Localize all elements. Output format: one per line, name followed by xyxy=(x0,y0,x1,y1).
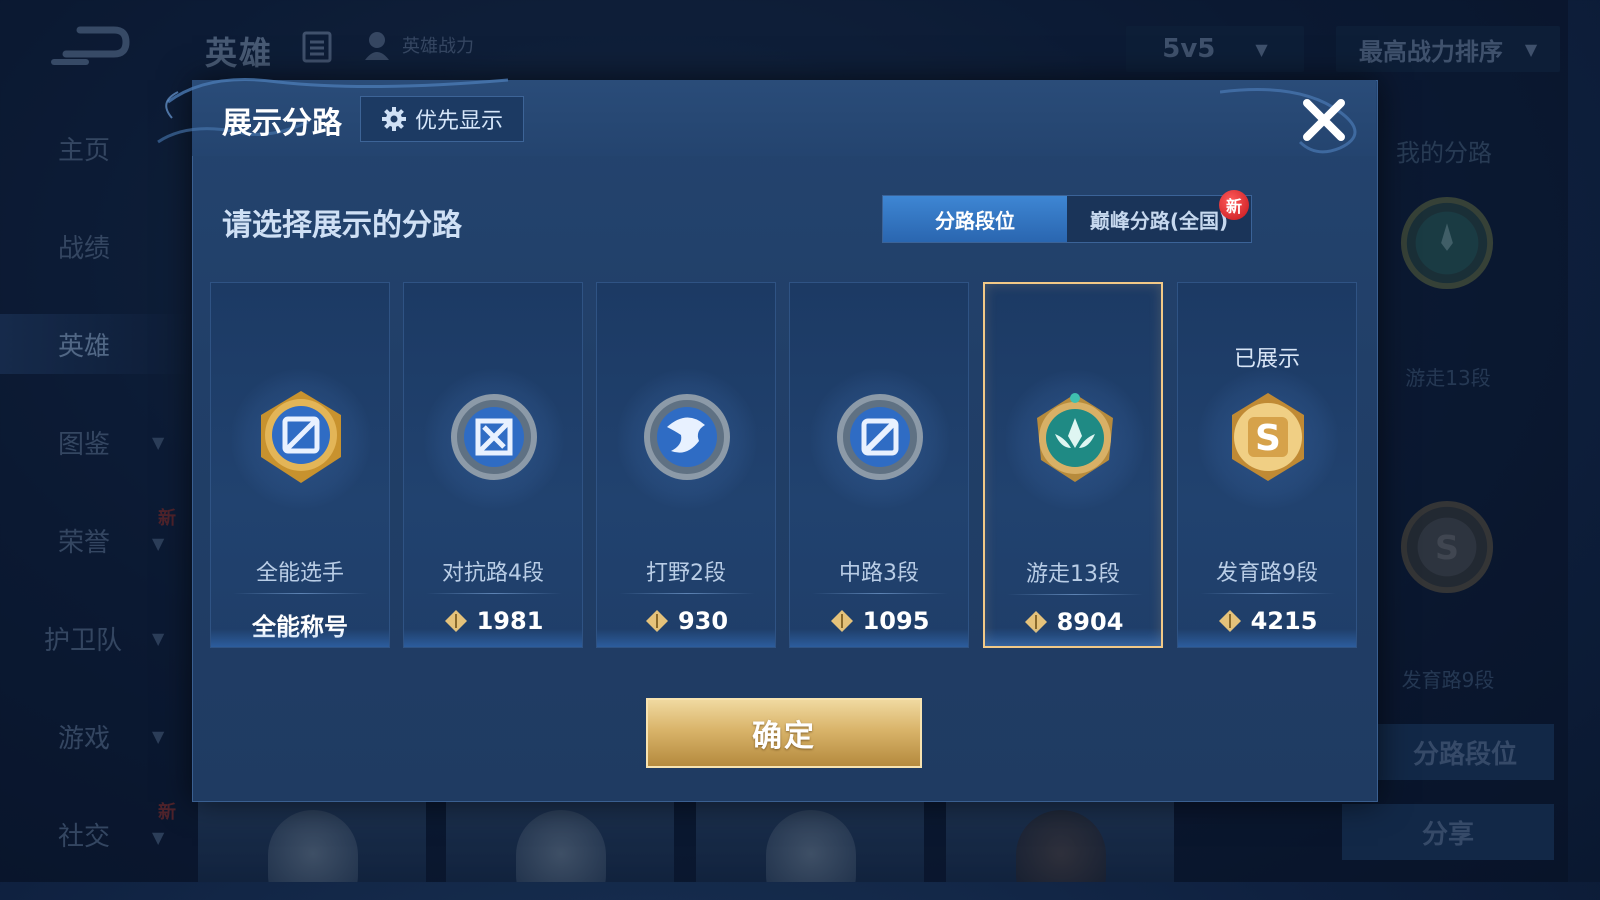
tab-lane-rank[interactable]: 分路段位 xyxy=(883,196,1067,242)
lane-card-clash[interactable]: 对抗路4段 1981 xyxy=(403,282,583,648)
tab-label: 巅峰分路(全国) xyxy=(1089,208,1229,233)
lane-card-roam[interactable]: 游走13段 8904 xyxy=(983,282,1163,648)
lane-card-name: 游走13段 xyxy=(1026,562,1120,587)
lane-card-farm[interactable]: 已展示 S 发育路9段 4215 xyxy=(1177,282,1357,648)
mid-lane-badge-icon xyxy=(837,394,923,480)
lane-tabs: 分路段位 巅峰分路(全国) 新 xyxy=(882,190,1252,243)
roam-badge-icon xyxy=(1037,393,1113,482)
all-round-badge-icon xyxy=(261,391,341,483)
tab-label: 分路段位 xyxy=(935,208,1015,233)
lane-card-all-round[interactable]: 全能选手 全能称号 xyxy=(210,282,390,648)
dialog-title: 展示分路 xyxy=(222,106,342,141)
close-icon xyxy=(1303,99,1345,141)
lane-card-name: 打野2段 xyxy=(646,561,726,586)
gear-icon xyxy=(381,107,406,131)
tab-peak-lane[interactable]: 巅峰分路(全国) 新 xyxy=(1067,190,1251,242)
farm-lane-badge-icon: S xyxy=(1232,393,1304,481)
svg-text:S: S xyxy=(1255,418,1281,459)
lane-card-list: 全能选手 全能称号 对抗路4段 1981 打野2段 930 中路3段 1095 … xyxy=(210,282,1360,650)
new-badge: 新 xyxy=(1219,190,1249,220)
clash-lane-badge-icon xyxy=(451,394,537,480)
lane-card-name: 对抗路4段 xyxy=(442,561,544,586)
priority-display-button[interactable]: 优先显示 xyxy=(360,96,524,142)
lane-card-name: 全能选手 xyxy=(255,561,344,586)
jungle-badge-icon xyxy=(644,394,730,480)
confirm-button[interactable]: 确定 xyxy=(646,698,922,768)
lane-card-jungle[interactable]: 打野2段 930 xyxy=(596,282,776,648)
lane-card-mid[interactable]: 中路3段 1095 xyxy=(789,282,969,648)
priority-display-label: 优先显示 xyxy=(414,109,503,134)
dialog-prompt: 请选择展示的分路 xyxy=(222,208,462,243)
lane-card-name: 中路3段 xyxy=(839,561,919,586)
lane-card-name: 发育路9段 xyxy=(1216,561,1318,586)
close-button[interactable] xyxy=(1300,96,1348,144)
